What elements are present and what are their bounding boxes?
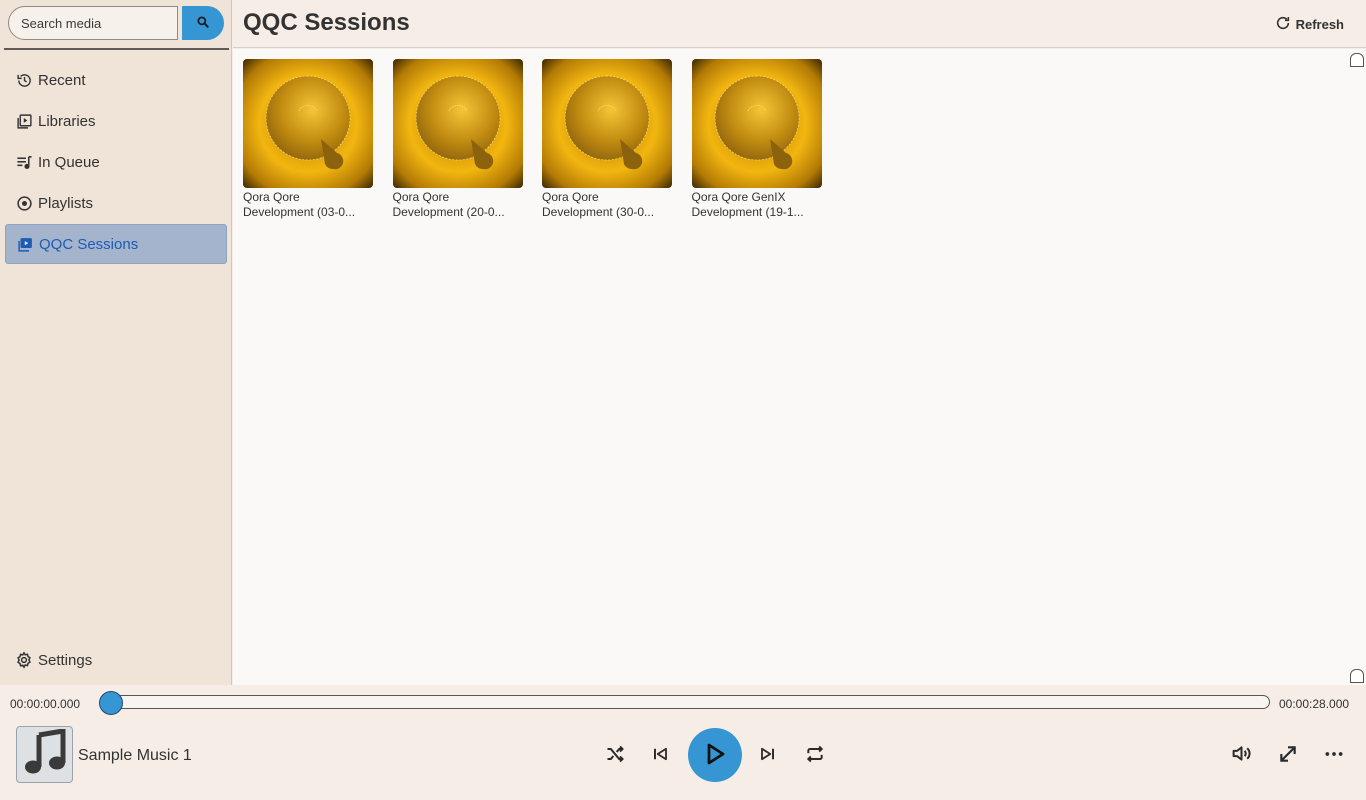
library-icon: [15, 112, 33, 130]
skip-previous-icon: [651, 745, 669, 766]
shuffle-button[interactable]: [597, 737, 633, 773]
session-title-line1: Qora Qore GenIX: [691, 190, 786, 204]
sidebar-item-settings[interactable]: Settings: [5, 640, 227, 680]
more-options-button[interactable]: [1316, 737, 1352, 773]
session-title-line2: Development (30-0...: [542, 205, 655, 219]
sidebar-item-label: Libraries: [38, 112, 96, 130]
sidebar-item-label: QQC Sessions: [39, 235, 139, 253]
skip-next-icon: [759, 745, 777, 766]
volume-button[interactable]: [1223, 737, 1259, 773]
previous-button[interactable]: [642, 737, 678, 773]
sidebar-nav: Recent Libraries In Queue Playlists QQC …: [5, 60, 227, 265]
more-horizontal-icon: [1324, 744, 1344, 767]
session-title: Qora Qore Development (03-0...: [243, 190, 373, 220]
album-art: [16, 726, 73, 783]
session-thumbnail: [542, 59, 672, 188]
scroll-down-handle[interactable]: [1350, 669, 1364, 683]
refresh-button[interactable]: Refresh: [1275, 12, 1344, 36]
scroll-up-handle[interactable]: [1350, 53, 1364, 67]
volume-icon: [1231, 743, 1252, 767]
settings-label: Settings: [38, 651, 93, 669]
session-card[interactable]: Qora Qore Development (03-0...: [243, 59, 373, 220]
session-card[interactable]: Qora Qore GenIX Development (19-1...: [691, 59, 822, 220]
total-time: 00:00:28.000: [1279, 697, 1350, 711]
repeat-button[interactable]: [797, 737, 833, 773]
search-underline: [4, 48, 229, 50]
sidebar-item-playlists[interactable]: Playlists: [5, 183, 227, 223]
session-title-line2: Development (19-1...: [691, 205, 804, 219]
expand-icon: [1278, 744, 1298, 767]
next-button[interactable]: [750, 737, 786, 773]
settings-section: Settings: [5, 640, 227, 681]
play-button[interactable]: [688, 728, 742, 782]
sessions-content: Qora Qore Development (03-0... Qora Qore…: [233, 49, 1366, 685]
refresh-icon: [1275, 15, 1296, 34]
session-title-line1: Qora Qore: [243, 190, 300, 204]
playlist-icon: [15, 194, 33, 212]
track-name: Sample Music 1: [78, 747, 192, 764]
sessions-icon: [16, 235, 34, 253]
session-thumbnail: [392, 59, 523, 188]
page-title: QQC Sessions: [243, 9, 410, 36]
music-note-icon: [23, 728, 67, 780]
sidebar-item-qqc-sessions[interactable]: QQC Sessions: [5, 224, 227, 264]
session-thumbnail: [243, 59, 373, 188]
session-title-line2: Development (20-0...: [392, 205, 505, 219]
session-card[interactable]: Qora Qore Development (20-0...: [392, 59, 523, 220]
session-card[interactable]: Qora Qore Development (30-0...: [542, 59, 672, 220]
sessions-grid: Qora Qore Development (03-0... Qora Qore…: [243, 59, 841, 220]
sidebar-item-libraries[interactable]: Libraries: [5, 101, 227, 141]
fullscreen-button[interactable]: [1270, 737, 1306, 773]
session-title: Qora Qore Development (20-0...: [393, 190, 523, 220]
sidebar-item-recent[interactable]: Recent: [5, 60, 227, 100]
queue-icon: [15, 153, 33, 171]
search-icon: [196, 15, 210, 32]
sidebar-item-in-queue[interactable]: In Queue: [5, 142, 227, 182]
sidebar: Recent Libraries In Queue Playlists QQC …: [0, 0, 232, 685]
history-icon: [15, 71, 33, 89]
session-title-line1: Qora Qore: [392, 190, 450, 204]
shuffle-icon: [605, 744, 625, 767]
session-title-line1: Qora Qore: [542, 190, 599, 204]
current-time: 00:00:00.000: [10, 697, 81, 711]
session-thumbnail: [691, 59, 822, 188]
search-input[interactable]: [8, 6, 178, 40]
page-header: QQC Sessions Refresh: [233, 0, 1366, 48]
gear-icon: [15, 651, 33, 669]
refresh-label: Refresh: [1295, 16, 1344, 32]
sidebar-item-label: Recent: [38, 71, 86, 89]
player-bar: 00:00:00.000 00:00:28.000 Sample Music 1: [0, 685, 1366, 800]
repeat-icon: [805, 744, 825, 767]
seek-bar[interactable]: [99, 691, 1270, 715]
session-title-line2: Development (03-0...: [243, 205, 356, 219]
search-bar: [6, 6, 229, 42]
sidebar-item-label: In Queue: [38, 153, 100, 171]
session-title: Qora Qore GenIX Development (19-1...: [692, 190, 822, 220]
seek-handle[interactable]: [99, 691, 123, 715]
session-title: Qora Qore Development (30-0...: [542, 190, 672, 220]
sidebar-item-label: Playlists: [38, 194, 94, 212]
search-button[interactable]: [182, 6, 224, 40]
play-icon: [703, 742, 727, 769]
